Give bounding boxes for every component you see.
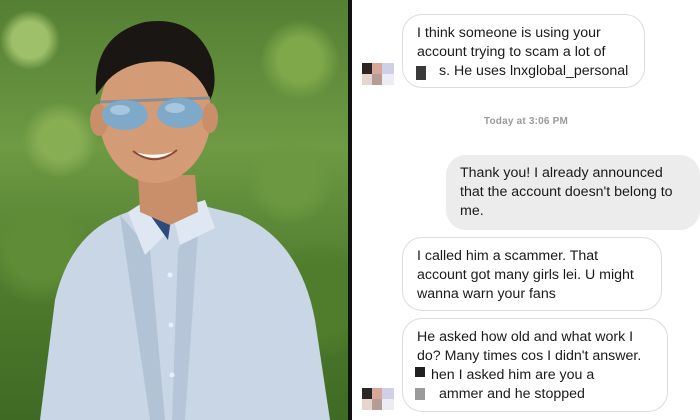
sender-avatar xyxy=(362,388,394,410)
message-line: s. He uses lnxglobal_personal xyxy=(439,63,629,79)
message-line: hen I asked him are you a xyxy=(431,367,595,383)
received-message: He asked how old and what work I do? Man… xyxy=(402,318,668,412)
profile-photo xyxy=(0,0,348,420)
message-line: I called him a scammer. That xyxy=(417,248,599,264)
message-line: account trying to scam a lot of xyxy=(417,44,606,60)
sent-message: Thank you! I already announced that the … xyxy=(446,155,700,230)
message-line: I think someone is using your xyxy=(417,25,601,41)
message-line: Thank you! I already announced xyxy=(460,165,663,181)
message-line: account got many girls lei. U might xyxy=(417,267,634,283)
message-line: do? Many times cos I didn't answer. xyxy=(417,348,642,364)
censor-pixels xyxy=(415,388,425,400)
censor-pixels xyxy=(416,66,426,80)
censor-pixels xyxy=(415,367,425,377)
message-line: He asked how old and what work I xyxy=(417,329,634,345)
message-line: me. xyxy=(460,203,484,219)
message-line: wanna warn your fans xyxy=(417,286,556,302)
message-line: ammer and he stopped xyxy=(439,386,585,402)
message-line: that the account doesn't belong to xyxy=(460,184,673,200)
message-timestamp: Today at 3:06 PM xyxy=(483,116,569,127)
chat-thread[interactable]: I think someone is using your account tr… xyxy=(352,0,700,420)
received-message: I called him a scammer. That account got… xyxy=(402,237,662,311)
received-message: I think someone is using your account tr… xyxy=(402,14,645,88)
sender-avatar xyxy=(362,63,394,85)
man-portrait-illustration xyxy=(40,21,330,420)
